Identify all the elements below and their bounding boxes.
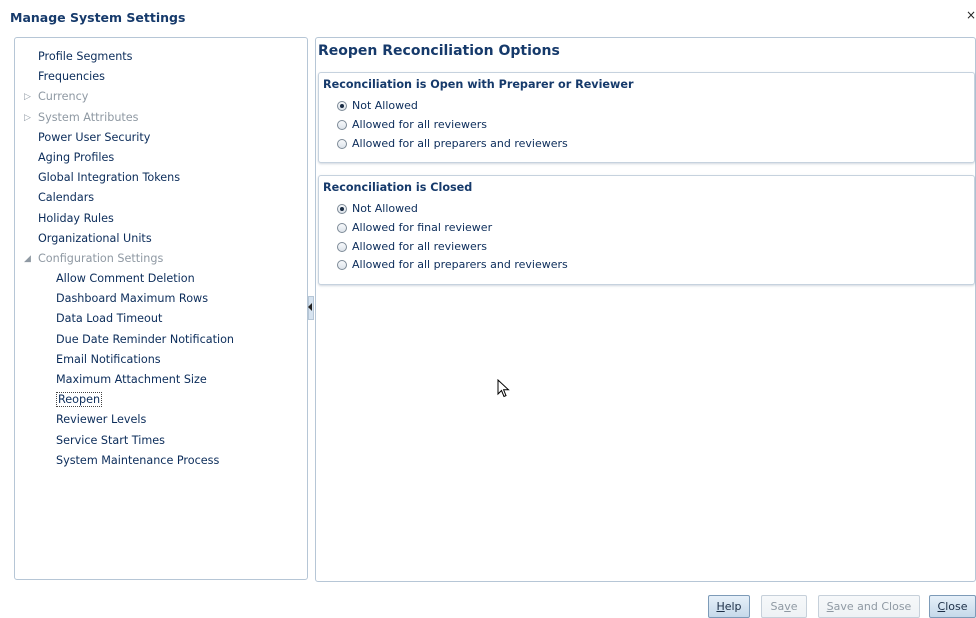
save-and-close-button[interactable]: Save and Close	[818, 595, 920, 618]
radio-label: Not Allowed	[352, 202, 418, 216]
radio-option-open-all-reviewers[interactable]: Allowed for all reviewers	[337, 116, 568, 135]
tree-item-allow-comment-deletion[interactable]: Allow Comment Deletion	[15, 269, 307, 289]
radio-option-closed-not-allowed[interactable]: Not Allowed	[337, 200, 568, 219]
radio-button[interactable]	[337, 241, 347, 252]
button-label-suffix: ave and Close	[833, 600, 912, 613]
tree-item-reviewer-levels[interactable]: Reviewer Levels	[15, 410, 307, 430]
tree-item-label: Holiday Rules	[38, 211, 114, 225]
expanded-triangle-icon[interactable]: ◢	[24, 249, 34, 269]
tree-item-label: Calendars	[38, 191, 95, 205]
tree-item-calendars[interactable]: Calendars	[15, 188, 307, 208]
radio-option-closed-all-preparers-and-reviewers[interactable]: Allowed for all preparers and reviewers	[337, 256, 568, 275]
tree-item-organizational-units[interactable]: Organizational Units	[15, 229, 307, 249]
radio-button[interactable]	[337, 260, 347, 271]
radio-button[interactable]	[337, 138, 347, 149]
help-button[interactable]: Help	[708, 595, 750, 618]
tree-item-label: Reviewer Levels	[56, 413, 147, 427]
tree-item-frequencies[interactable]: Frequencies	[15, 67, 307, 87]
tree-item-label: System Maintenance Process	[56, 453, 220, 467]
button-label-prefix: Sa	[770, 600, 785, 613]
tree-item-service-start-times[interactable]: Service Start Times	[15, 431, 307, 451]
radio-button[interactable]	[337, 120, 347, 131]
tree-item-holiday-rules[interactable]: Holiday Rules	[15, 209, 307, 229]
section-title: Reconciliation is Closed	[323, 181, 473, 194]
radio-button[interactable]	[337, 204, 347, 215]
save-button[interactable]: Save	[761, 595, 807, 618]
tree-item-power-user-security[interactable]: Power User Security	[15, 128, 307, 148]
tree-item-label: Profile Segments	[38, 50, 133, 63]
section-closed: Reconciliation is Closed Not Allowed All…	[318, 175, 975, 285]
close-button[interactable]: Close	[929, 595, 976, 618]
section-title: Reconciliation is Open with Preparer or …	[323, 78, 634, 91]
mouse-pointer-icon	[497, 379, 510, 398]
tree-item-configuration-settings[interactable]: ◢ Configuration Settings	[15, 249, 307, 269]
tree-item-reopen[interactable]: Reopen	[15, 390, 307, 410]
radio-label: Allowed for all reviewers	[352, 118, 487, 132]
tree-item-label: Organizational Units	[38, 231, 152, 245]
button-mnemonic: S	[826, 600, 834, 613]
tree-item-label: Reopen	[56, 392, 103, 408]
tree-item-email-notifications[interactable]: Email Notifications	[15, 350, 307, 370]
collapse-left-icon	[308, 303, 312, 311]
section-open-with-preparer-or-reviewer: Reconciliation is Open with Preparer or …	[318, 72, 975, 163]
tree-item-aging-profiles[interactable]: Aging Profiles	[15, 148, 307, 168]
tree-item-global-integration-tokens[interactable]: Global Integration Tokens	[15, 168, 307, 188]
button-label-suffix: elp	[724, 600, 742, 613]
radio-option-open-all-preparers-and-reviewers[interactable]: Allowed for all preparers and reviewers	[337, 134, 568, 153]
tree-item-maximum-attachment-size[interactable]: Maximum Attachment Size	[15, 370, 307, 390]
radio-option-closed-final-reviewer[interactable]: Allowed for final reviewer	[337, 219, 568, 238]
tree-item-label: Frequencies	[38, 70, 105, 84]
page-title: Reopen Reconciliation Options	[318, 43, 560, 59]
tree-item-label: Maximum Attachment Size	[56, 373, 207, 386]
tree-item-label: Due Date Reminder Notification	[56, 332, 235, 346]
button-mnemonic: H	[716, 600, 725, 613]
content-panel: Reopen Reconciliation Options Reconcilia…	[315, 37, 976, 582]
tree-item-currency[interactable]: ▷ Currency	[15, 87, 307, 107]
radio-label: Allowed for all reviewers	[352, 239, 487, 253]
collapse-splitter[interactable]	[308, 296, 314, 320]
tree-item-data-load-timeout[interactable]: Data Load Timeout	[15, 309, 307, 329]
tree-item-profile-segments[interactable]: Profile Segments	[15, 47, 307, 67]
tree-item-label: Data Load Timeout	[56, 312, 163, 326]
tree-item-label: Configuration Settings	[38, 251, 164, 265]
dialog-title: Manage System Settings	[10, 10, 186, 25]
radio-button[interactable]	[337, 101, 347, 112]
radio-label: Allowed for all preparers and reviewers	[352, 136, 568, 150]
tree-item-due-date-reminder-notification[interactable]: Due Date Reminder Notification	[15, 330, 307, 350]
tree-item-label: Currency	[38, 90, 89, 104]
tree-item-system-maintenance-process[interactable]: System Maintenance Process	[15, 451, 307, 471]
radio-option-open-not-allowed[interactable]: Not Allowed	[337, 97, 568, 116]
tree-item-label: Email Notifications	[56, 352, 161, 366]
tree-item-label: Allow Comment Deletion	[56, 272, 195, 286]
radio-option-closed-all-reviewers[interactable]: Allowed for all reviewers	[337, 237, 568, 256]
settings-tree: Profile Segments Frequencies ▷ Currency ▷ Sys…	[15, 47, 307, 471]
tree-item-label: Aging Profiles	[38, 150, 115, 164]
button-label-suffix: e	[790, 600, 798, 613]
tree-item-label: System Attributes	[38, 110, 139, 124]
radio-label: Allowed for final reviewer	[352, 221, 493, 235]
settings-navigation-panel: Profile Segments Frequencies ▷ Currency ▷ Sys…	[14, 37, 308, 580]
radio-group-closed: Not Allowed Allowed for final reviewer A…	[337, 200, 568, 275]
radio-group-open: Not Allowed Allowed for all reviewers Al…	[337, 97, 568, 153]
tree-item-dashboard-maximum-rows[interactable]: Dashboard Maximum Rows	[15, 289, 307, 309]
tree-item-label: Service Start Times	[56, 433, 165, 447]
close-icon[interactable]: ×	[966, 8, 976, 22]
tree-item-label: Dashboard Maximum Rows	[56, 292, 209, 306]
radio-button[interactable]	[337, 223, 347, 234]
collapsed-triangle-icon[interactable]: ▷	[24, 108, 34, 128]
radio-label: Allowed for all preparers and reviewers	[352, 258, 568, 272]
tree-item-label: Global Integration Tokens	[38, 171, 181, 185]
tree-item-label: Power User Security	[38, 130, 151, 144]
tree-item-system-attributes[interactable]: ▷ System Attributes	[15, 108, 307, 128]
collapsed-triangle-icon[interactable]: ▷	[24, 87, 34, 107]
button-label-suffix: lose	[945, 600, 968, 613]
radio-label: Not Allowed	[352, 99, 418, 113]
